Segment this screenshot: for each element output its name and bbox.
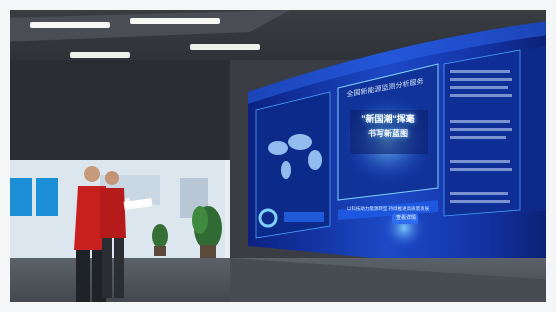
center-headline-1: "新国潮"挥毫 [361,114,415,124]
lower-banner: 以科技助力能源转型 持续推进高质量发展 [346,206,430,211]
center-headline-2: 书写新蓝图 [368,129,408,138]
view-details-button: 查看详情 [395,215,416,221]
control-room-scene [0,0,556,312]
photo: 全国新能源监测分析服务 "新国潮"挥毫 书写新蓝图 以科技助力能源转型 持续推进… [0,0,556,312]
